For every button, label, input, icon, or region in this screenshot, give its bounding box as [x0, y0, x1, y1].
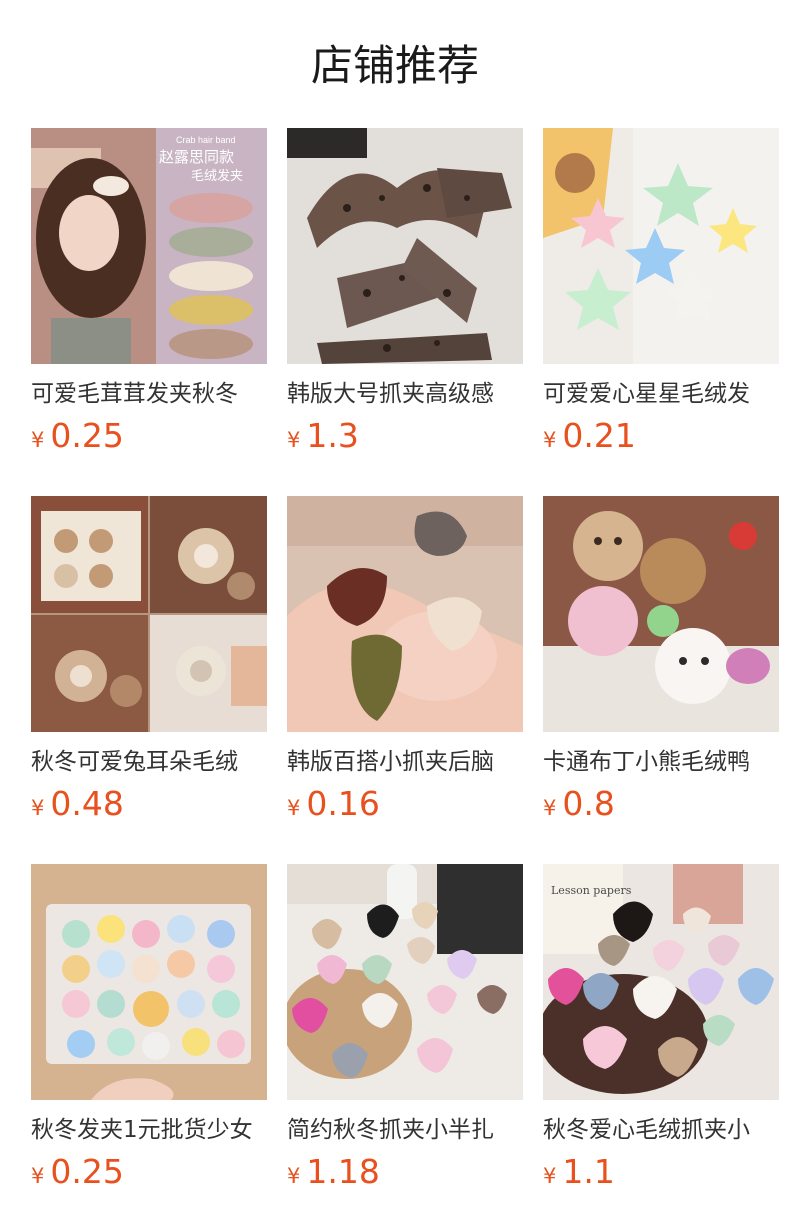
product-price: ¥0.8 [543, 784, 615, 824]
product-image[interactable] [543, 128, 779, 364]
product-name[interactable]: 韩版大号抓夹高级感 [287, 378, 523, 410]
banner-text: 赵露思同款 [159, 148, 234, 166]
product-name[interactable]: 秋冬发夹1元批货少女 [31, 1114, 267, 1146]
product-price: ¥0.25 [31, 1152, 124, 1192]
product-card[interactable]: 秋冬可爱兔耳朵毛绒 ¥0.48 [31, 496, 267, 826]
banner-text: 毛绒发夹 [191, 168, 243, 184]
product-price: ¥0.25 [31, 416, 124, 456]
price-value: 0.21 [562, 416, 636, 455]
card-text: Lesson papers [551, 884, 632, 897]
product-name[interactable]: 秋冬爱心毛绒抓夹小 [543, 1114, 779, 1146]
product-card[interactable]: 韩版百搭小抓夹后脑 ¥0.16 [287, 496, 523, 826]
product-price: ¥1.1 [543, 1152, 615, 1192]
product-card[interactable]: 卡通布丁小熊毛绒鸭 ¥0.8 [543, 496, 779, 826]
currency-symbol: ¥ [543, 1164, 557, 1188]
banner-text: Crab hair band [176, 135, 236, 145]
product-price: ¥1.3 [287, 416, 359, 456]
product-name[interactable]: 秋冬可爱兔耳朵毛绒 [31, 746, 267, 778]
product-image[interactable] [287, 864, 523, 1100]
currency-symbol: ¥ [287, 796, 301, 820]
product-card[interactable]: 韩版大号抓夹高级感 ¥1.3 [287, 128, 523, 458]
currency-symbol: ¥ [31, 428, 45, 452]
product-card[interactable]: 简约秋冬抓夹小半扎 ¥1.18 [287, 864, 523, 1194]
product-card[interactable]: 秋冬发夹1元批货少女 ¥0.25 [31, 864, 267, 1194]
product-name[interactable]: 韩版百搭小抓夹后脑 [287, 746, 523, 778]
product-card[interactable]: Lesson papers 秋冬爱心毛绒抓夹小 ¥1.1 [543, 864, 779, 1194]
product-image[interactable] [543, 496, 779, 732]
price-value: 0.25 [50, 1152, 124, 1191]
product-name[interactable]: 可爱爱心星星毛绒发 [543, 378, 779, 410]
price-value: 0.8 [562, 784, 615, 823]
product-name[interactable]: 可爱毛茸茸发夹秋冬 [31, 378, 267, 410]
product-image[interactable] [287, 128, 523, 364]
currency-symbol: ¥ [287, 428, 301, 452]
product-price: ¥0.48 [31, 784, 124, 824]
product-card[interactable]: Crab hair band 赵露思同款 毛绒发夹 可爱毛茸茸发夹秋冬 ¥0.2… [31, 128, 267, 458]
price-value: 0.48 [50, 784, 124, 823]
product-card[interactable]: 可爱爱心星星毛绒发 ¥0.21 [543, 128, 779, 458]
price-value: 0.25 [50, 416, 124, 455]
product-image[interactable]: Lesson papers [543, 864, 779, 1100]
currency-symbol: ¥ [31, 1164, 45, 1188]
product-price: ¥0.21 [543, 416, 636, 456]
product-image[interactable] [287, 496, 523, 732]
price-value: 1.1 [562, 1152, 615, 1191]
product-price: ¥1.18 [287, 1152, 380, 1192]
currency-symbol: ¥ [543, 796, 557, 820]
price-value: 1.18 [306, 1152, 380, 1191]
product-name[interactable]: 卡通布丁小熊毛绒鸭 [543, 746, 779, 778]
product-name[interactable]: 简约秋冬抓夹小半扎 [287, 1114, 523, 1146]
product-price: ¥0.16 [287, 784, 380, 824]
price-value: 0.16 [306, 784, 380, 823]
currency-symbol: ¥ [31, 796, 45, 820]
page-title: 店铺推荐 [310, 41, 479, 90]
product-image[interactable]: Crab hair band 赵露思同款 毛绒发夹 [31, 128, 267, 364]
currency-symbol: ¥ [287, 1164, 301, 1188]
price-value: 1.3 [306, 416, 359, 455]
product-image[interactable] [31, 496, 267, 732]
product-image[interactable] [31, 864, 267, 1100]
currency-symbol: ¥ [543, 428, 557, 452]
